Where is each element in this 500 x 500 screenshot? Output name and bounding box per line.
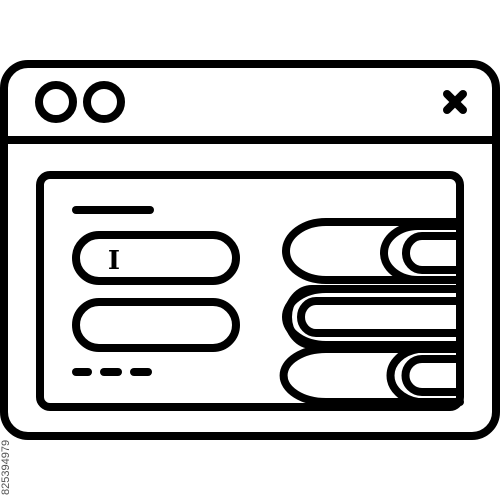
book-icon <box>279 345 464 406</box>
book-icon <box>282 218 464 284</box>
close-icon[interactable] <box>443 90 467 114</box>
password-input-field[interactable] <box>72 298 240 352</box>
book-icon <box>282 285 464 349</box>
books-stack-icon <box>279 218 464 406</box>
stock-id-watermark: 825394979 <box>0 439 12 495</box>
window-dot-icon[interactable] <box>83 81 125 123</box>
username-input-field[interactable] <box>72 231 240 285</box>
text-cursor-icon: I <box>108 246 120 276</box>
window-dot-icon[interactable] <box>35 81 77 123</box>
browser-form-icon: I <box>0 60 500 440</box>
